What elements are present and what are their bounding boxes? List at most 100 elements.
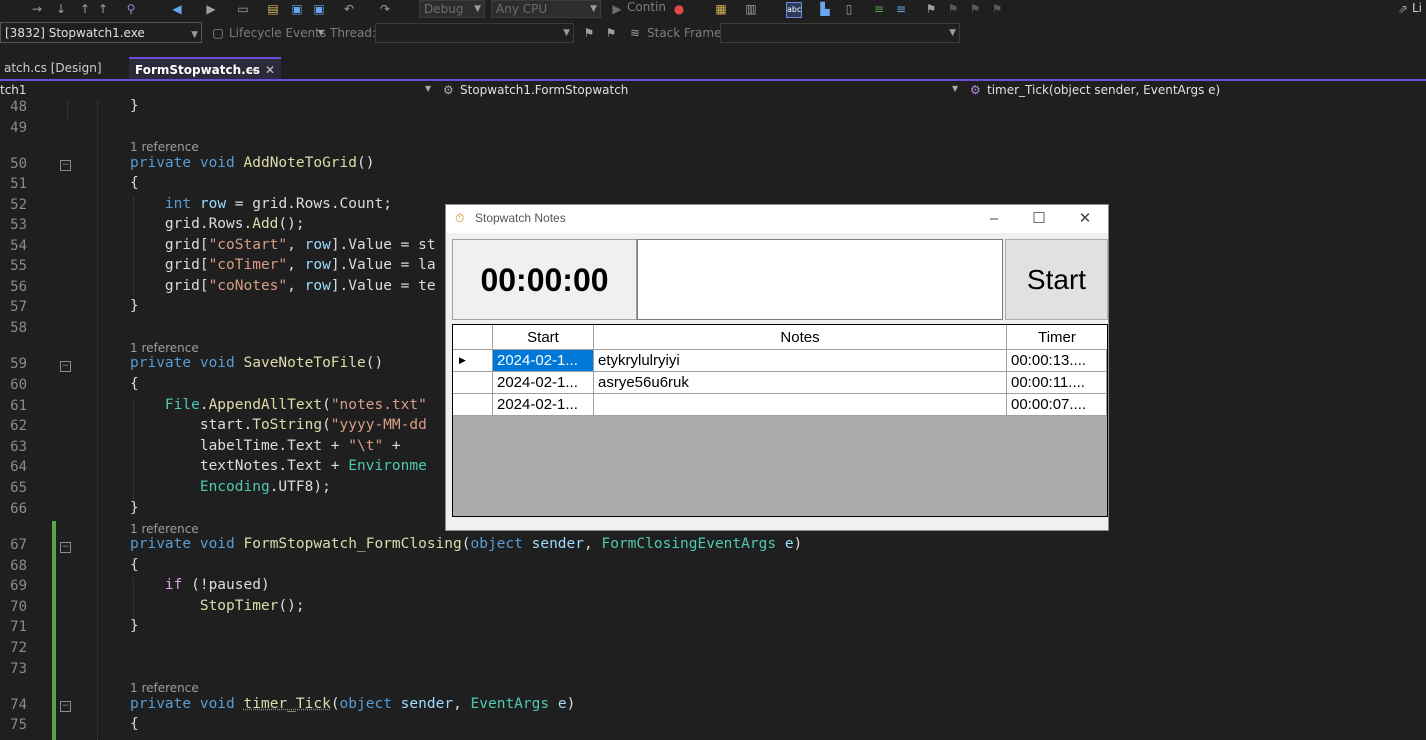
chevron-down-icon[interactable]: ▼ bbox=[952, 84, 958, 93]
code-line: private void FormStopwatch_FormClosing(o… bbox=[130, 536, 803, 552]
save-all-icon[interactable]: ▣ bbox=[312, 2, 326, 16]
continue-label[interactable]: Contin bbox=[627, 0, 666, 14]
tab-label: atch.cs [Design] bbox=[4, 61, 102, 75]
spell-check-icon[interactable]: abc bbox=[786, 2, 802, 18]
tab-design[interactable]: atch.cs [Design] bbox=[0, 57, 128, 79]
line-number: 48 bbox=[10, 99, 27, 115]
thread-dropdown[interactable]: ▼ bbox=[375, 23, 574, 43]
code-line: grid["coStart", row].Value = st bbox=[130, 237, 436, 253]
line-number: 50 bbox=[10, 156, 27, 172]
notes-textbox[interactable] bbox=[637, 239, 1003, 320]
reference-codelens[interactable]: 1 reference bbox=[130, 522, 199, 536]
column-header-timer[interactable]: Timer bbox=[1007, 325, 1107, 350]
code-line: StopTimer(); bbox=[199, 598, 305, 614]
grid-cell-timer[interactable]: 00:00:11.... bbox=[1007, 372, 1107, 394]
grid-cell-start[interactable]: 2024-02-1... bbox=[493, 372, 594, 394]
collapse-icon[interactable]: − bbox=[60, 542, 71, 553]
grid-cell-start[interactable]: 2024-02-1... bbox=[493, 394, 594, 416]
column-header-notes[interactable]: Notes bbox=[594, 325, 1007, 350]
redo-icon[interactable]: ↷ bbox=[378, 2, 392, 16]
pin-icon[interactable]: ⊸ bbox=[247, 59, 257, 81]
class-dropdown[interactable]: Stopwatch1.FormStopwatch bbox=[460, 83, 628, 97]
platform-dropdown[interactable]: Any CPU ▼ bbox=[491, 0, 601, 18]
indent-icon[interactable]: ≡ bbox=[872, 2, 886, 16]
code-line: private void AddNoteToGrid() bbox=[130, 155, 375, 171]
lifecycle-events-label[interactable]: Lifecycle Events bbox=[229, 26, 326, 40]
line-number: 49 bbox=[10, 120, 27, 136]
solution-explorer-icon[interactable]: ▦ bbox=[714, 2, 728, 16]
chevron-down-icon: ▼ bbox=[474, 4, 481, 14]
row-header[interactable] bbox=[453, 372, 493, 394]
flag-thread-icon[interactable]: ⚑ bbox=[604, 26, 618, 40]
collapse-icon[interactable]: − bbox=[60, 361, 71, 372]
next-bookmark-icon[interactable]: ⚑ bbox=[968, 2, 982, 16]
grid-cell-notes[interactable] bbox=[594, 394, 1007, 416]
close-button[interactable]: ✕ bbox=[1070, 209, 1100, 229]
undo-icon[interactable]: ↶ bbox=[342, 2, 356, 16]
navigation-bar: tch1 ▼ ⚙ Stopwatch1.FormStopwatch ▼ ⚙ ti… bbox=[0, 81, 1426, 102]
code-line: { bbox=[130, 557, 139, 573]
live-share-icon[interactable]: ⇗ bbox=[1396, 2, 1410, 16]
outdent-icon[interactable]: ≡ bbox=[894, 2, 908, 16]
line-number: 53 bbox=[10, 217, 27, 233]
forward-icon[interactable]: ▶ bbox=[204, 2, 218, 16]
back-icon[interactable]: ◀ bbox=[170, 2, 184, 16]
tab-formstopwatch-cs[interactable]: FormStopwatch.cs ⊸ ✕ bbox=[129, 57, 281, 79]
project-dropdown[interactable]: tch1 bbox=[0, 83, 27, 97]
step-back-icon[interactable]: ↑ bbox=[96, 2, 110, 16]
grid-cell-notes[interactable]: asrye56u6ruk bbox=[594, 372, 1007, 394]
process-dropdown[interactable]: [3832] Stopwatch1.exe ▼ bbox=[0, 22, 202, 43]
prev-bookmark-icon[interactable]: ⚑ bbox=[946, 2, 960, 16]
step-into-icon[interactable]: → bbox=[30, 2, 44, 16]
clear-bookmark-icon[interactable]: ⚑ bbox=[990, 2, 1004, 16]
chevron-down-icon[interactable]: ▼ bbox=[425, 84, 431, 93]
grid-cell-notes[interactable]: etykrylulryiyi bbox=[594, 350, 1007, 372]
split-icon[interactable]: ▯ bbox=[842, 2, 856, 16]
line-number: 71 bbox=[10, 619, 27, 635]
filter-icon[interactable]: ⚲ bbox=[124, 2, 138, 16]
member-dropdown[interactable]: timer_Tick(object sender, EventArgs e) bbox=[987, 83, 1220, 97]
step-out-icon[interactable]: ↑ bbox=[78, 2, 92, 16]
bookmark-icon[interactable]: ⚑ bbox=[924, 2, 938, 16]
window-titlebar[interactable]: ⏱ Stopwatch Notes – ☐ ✕ bbox=[446, 205, 1108, 233]
pointer-icon[interactable]: ▙ bbox=[818, 2, 832, 16]
maximize-button[interactable]: ☐ bbox=[1024, 209, 1054, 229]
chevron-down-icon[interactable]: ▼ bbox=[314, 26, 328, 40]
row-header[interactable]: ▶ bbox=[453, 350, 493, 372]
grid-cell-start[interactable]: 2024-02-1... bbox=[493, 350, 594, 372]
hot-reload-icon[interactable]: ● bbox=[672, 2, 686, 16]
tab-label: FormStopwatch.cs bbox=[135, 63, 260, 77]
code-line: File.AppendAllText("notes.txt" bbox=[164, 397, 427, 413]
live-share-label[interactable]: Li bbox=[1412, 1, 1422, 15]
configuration-dropdown[interactable]: Debug ▼ bbox=[419, 0, 485, 18]
column-header-start[interactable]: Start bbox=[493, 325, 594, 350]
code-line: grid.Rows.Add(); bbox=[130, 216, 305, 232]
collapse-icon[interactable]: − bbox=[60, 160, 71, 171]
step-over-icon[interactable]: ↓ bbox=[54, 2, 68, 16]
reference-codelens[interactable]: 1 reference bbox=[130, 140, 199, 154]
notes-grid[interactable]: Start Notes Timer ▶ 2024-02-1... etykryl… bbox=[452, 324, 1108, 517]
row-header[interactable] bbox=[453, 394, 493, 416]
chevron-down-icon: ▼ bbox=[563, 28, 570, 38]
line-number: 68 bbox=[10, 558, 27, 574]
reference-codelens[interactable]: 1 reference bbox=[130, 341, 199, 355]
chevron-down-icon: ▼ bbox=[590, 4, 597, 14]
start-button[interactable]: Start bbox=[1005, 239, 1108, 320]
line-number: 52 bbox=[10, 197, 27, 213]
save-icon[interactable]: ▣ bbox=[290, 2, 304, 16]
open-folder-icon[interactable]: ▤ bbox=[266, 2, 280, 16]
flag-icon[interactable]: ⚑ bbox=[582, 26, 596, 40]
window-layout-icon[interactable]: ▥ bbox=[744, 2, 758, 16]
stack-frame-dropdown[interactable]: ▼ bbox=[720, 23, 960, 43]
code-line: } bbox=[130, 98, 139, 114]
minimize-button[interactable]: – bbox=[979, 209, 1009, 229]
new-project-icon[interactable]: ▭ bbox=[236, 2, 250, 16]
close-icon[interactable]: ✕ bbox=[265, 59, 275, 81]
collapse-icon[interactable]: − bbox=[60, 701, 71, 712]
configuration-value: Debug bbox=[424, 2, 464, 16]
grid-cell-timer[interactable]: 00:00:07.... bbox=[1007, 394, 1107, 416]
grid-cell-timer[interactable]: 00:00:13.... bbox=[1007, 350, 1107, 372]
line-number: 72 bbox=[10, 640, 27, 656]
continue-icon[interactable]: ▶ bbox=[610, 2, 624, 16]
reference-codelens[interactable]: 1 reference bbox=[130, 681, 199, 695]
